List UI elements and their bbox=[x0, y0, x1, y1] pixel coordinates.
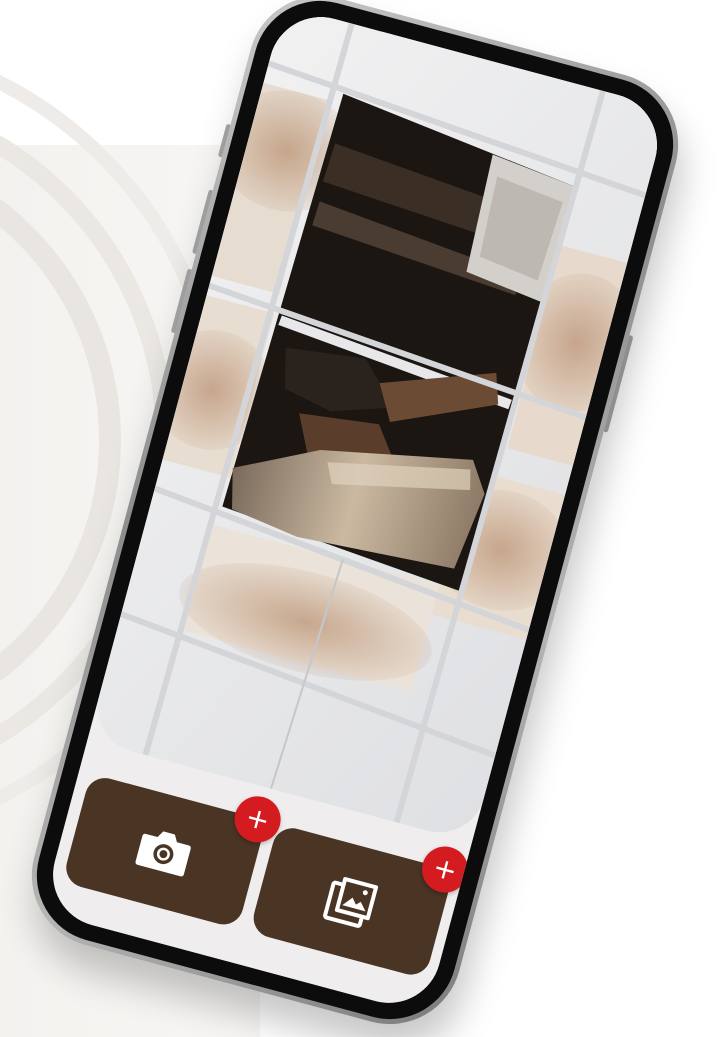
image-gallery-icon bbox=[323, 877, 379, 928]
choose-from-gallery-button[interactable]: + bbox=[249, 823, 474, 980]
take-photo-button[interactable]: + bbox=[61, 773, 286, 929]
camera-icon bbox=[135, 831, 191, 877]
marketing-stage: + + bbox=[0, 0, 724, 1037]
